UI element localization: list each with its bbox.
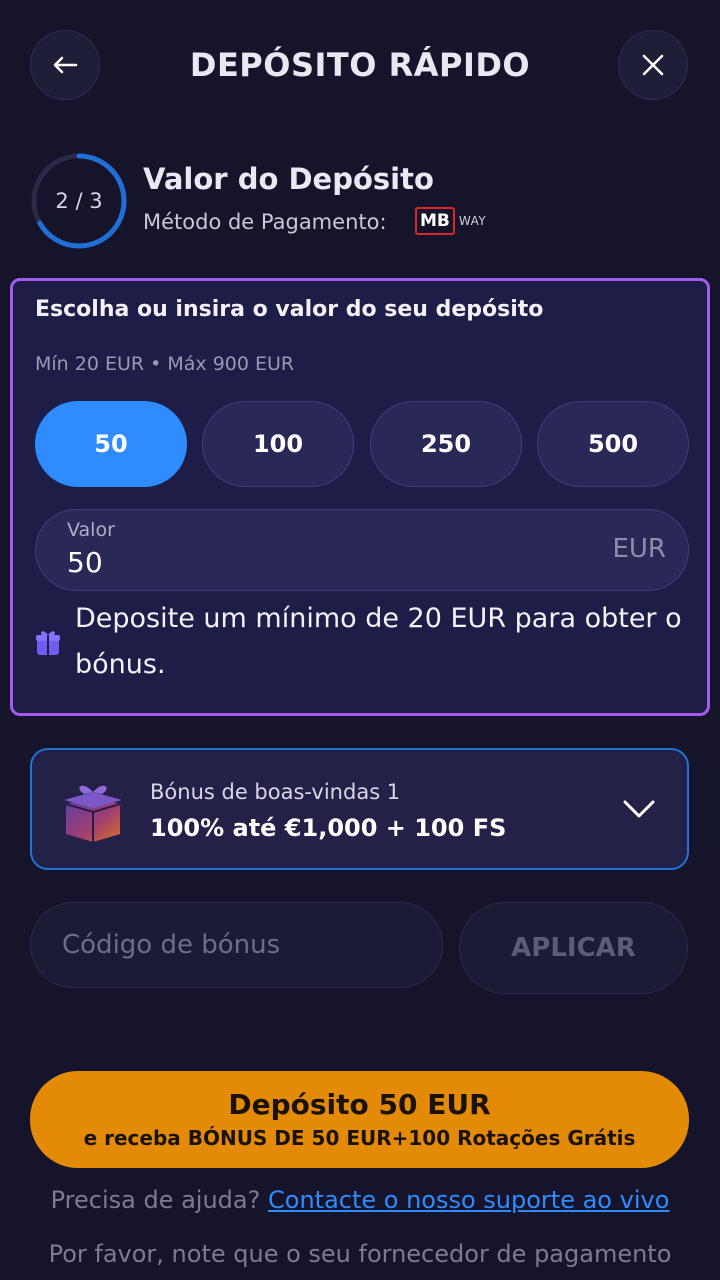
payment-provider-note: Por favor, note que o seu fornecedor de …: [48, 1240, 672, 1268]
amount-field-label: Valor: [67, 519, 115, 541]
apply-code-button[interactable]: APLICAR: [459, 902, 688, 994]
mbway-logo: MB WAY: [415, 207, 486, 235]
quick-deposit-screen: DEPÓSITO RÁPIDO 2 / 3 Valor do Depósito …: [0, 0, 720, 1280]
bonus-selector[interactable]: Bónus de boas-vindas 1 100% até €1,000 +…: [30, 748, 689, 870]
gift-box-icon: [64, 785, 122, 842]
currency-label: EUR: [612, 534, 666, 564]
help-text: Precisa de ajuda? Contacte o nosso supor…: [0, 1186, 720, 1214]
deposit-button-sublabel: e receba BÓNUS DE 50 EUR+100 Rotações Gr…: [83, 1125, 636, 1150]
deposit-limits: Mín 20 EUR • Máx 900 EUR: [35, 353, 295, 375]
deposit-button[interactable]: Depósito 50 EUR e receba BÓNUS DE 50 EUR…: [30, 1071, 689, 1168]
live-support-link[interactable]: Contacte o nosso suporte ao vivo: [268, 1186, 669, 1214]
amount-option-500[interactable]: 500: [537, 401, 689, 487]
amount-option-100[interactable]: 100: [202, 401, 354, 487]
page-title: DEPÓSITO RÁPIDO: [189, 46, 531, 84]
amount-option-50[interactable]: 50: [35, 401, 187, 487]
step-indicator: 2 / 3: [55, 189, 103, 213]
bonus-min-note: Deposite um mínimo de 20 EUR para obter …: [75, 603, 682, 680]
step-title: Valor do Depósito: [143, 162, 434, 196]
bonus-label: Bónus de boas-vindas 1: [150, 780, 401, 804]
bonus-value: 100% até €1,000 + 100 FS: [150, 814, 507, 842]
help-prefix: Precisa de ajuda?: [50, 1186, 261, 1214]
gift-icon: [36, 631, 60, 655]
deposit-amount-card: Escolha ou insira o valor do seu depósit…: [10, 278, 710, 716]
amount-field-value[interactable]: 50: [67, 546, 103, 579]
deposit-button-label: Depósito 50 EUR: [228, 1087, 491, 1121]
deposit-amount-field[interactable]: Valor 50 EUR: [35, 509, 689, 591]
amount-option-250[interactable]: 250: [370, 401, 522, 487]
mb-logo-text: MB: [415, 207, 455, 235]
close-icon: [642, 54, 664, 76]
close-button[interactable]: [618, 30, 688, 100]
payment-method-label: Método de Pagamento:: [143, 210, 387, 234]
chevron-down-icon: [623, 800, 655, 818]
way-logo-text: WAY: [458, 214, 487, 228]
bonus-code-input[interactable]: [30, 902, 443, 988]
deposit-heading: Escolha ou insira o valor do seu depósit…: [35, 297, 544, 322]
